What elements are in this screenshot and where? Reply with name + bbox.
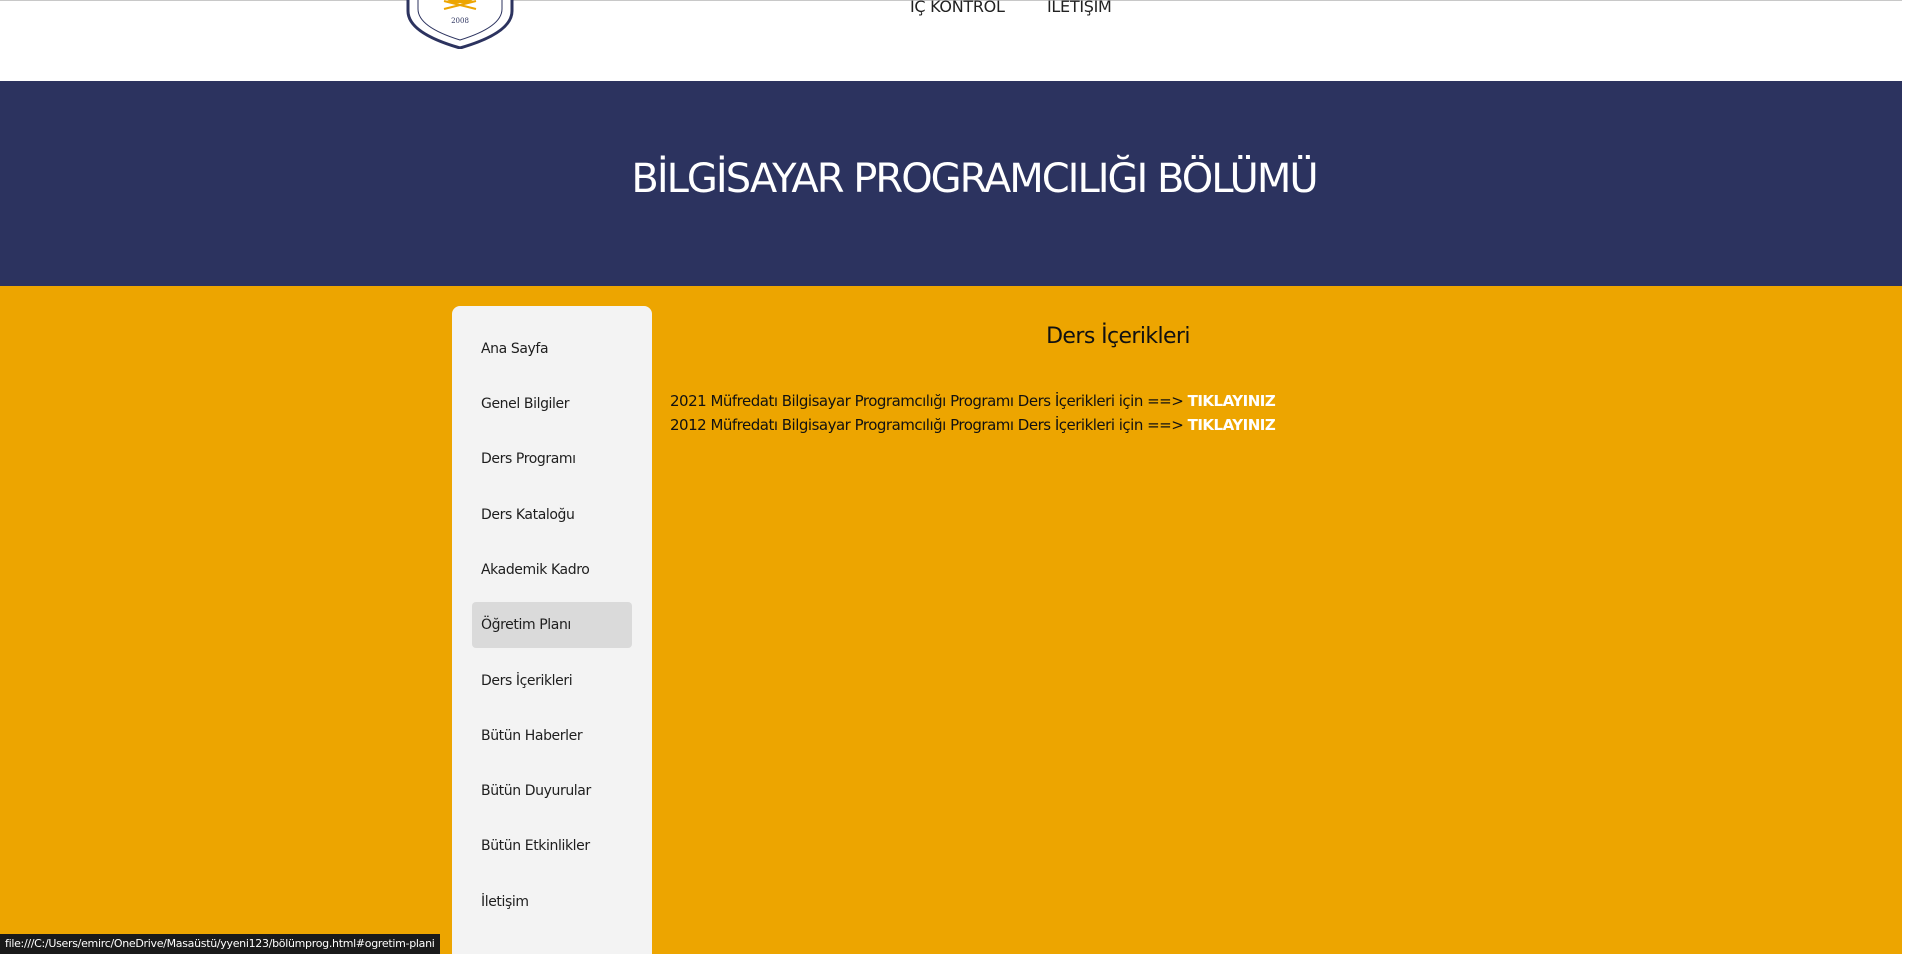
sidebar-menu: Ana Sayfa Genel Bilgiler Ders Programı D… [452, 306, 652, 954]
site-header: 2008 İÇ KONTROL İLETİŞİM [0, 0, 1902, 81]
page-content: 2008 İÇ KONTROL İLETİŞİM BİLGİSAYAR PROG… [0, 0, 1902, 954]
sidebar-item-ders-katalogu[interactable]: Ders Kataloğu [472, 492, 632, 538]
scrollbar[interactable] [1902, 0, 1906, 954]
link-status-bar: file:///C:/Users/emirc/OneDrive/Masaüstü… [0, 934, 440, 954]
sidebar-item-ogretim-plani[interactable]: Öğretim Planı [472, 602, 632, 648]
curriculum-2021-link[interactable]: TIKLAYINIZ [1188, 392, 1276, 410]
sidebar-item-ders-icerikleri[interactable]: Ders İçerikleri [472, 658, 632, 704]
sidebar-item-akademik-kadro[interactable]: Akademik Kadro [472, 547, 632, 593]
nav-iletisim[interactable]: İLETİŞİM [1047, 0, 1112, 16]
content-background [0, 286, 1902, 954]
curriculum-2021-line: 2021 Müfredatı Bilgisayar Programcılığı … [670, 392, 1276, 410]
sidebar-item-butun-haberler[interactable]: Bütün Haberler [472, 713, 632, 759]
nav-ic-kontrol[interactable]: İÇ KONTROL [910, 0, 1005, 16]
page-title: BİLGİSAYAR PROGRAMCILIĞI BÖLÜMÜ [631, 155, 1318, 202]
sidebar-item-butun-duyurular[interactable]: Bütün Duyurular [472, 768, 632, 814]
curriculum-2012-link[interactable]: TIKLAYINIZ [1188, 416, 1276, 434]
sidebar-item-ders-programi[interactable]: Ders Programı [472, 436, 632, 482]
svg-text:2008: 2008 [451, 17, 469, 25]
curriculum-2012-text: 2012 Müfredatı Bilgisayar Programcılığı … [670, 416, 1188, 434]
sidebar-item-ana-sayfa[interactable]: Ana Sayfa [472, 326, 632, 372]
browser-page: 2008 İÇ KONTROL İLETİŞİM BİLGİSAYAR PROG… [0, 0, 1906, 954]
sidebar-item-genel-bilgiler[interactable]: Genel Bilgiler [472, 381, 632, 427]
curriculum-2021-text: 2021 Müfredatı Bilgisayar Programcılığı … [670, 392, 1188, 410]
department-banner: BİLGİSAYAR PROGRAMCILIĞI BÖLÜMÜ [0, 81, 1902, 286]
curriculum-2012-line: 2012 Müfredatı Bilgisayar Programcılığı … [670, 416, 1276, 434]
sidebar-item-iletisim[interactable]: İletişim [472, 879, 632, 925]
section-title: Ders İçerikleri [1046, 324, 1190, 349]
sidebar-item-butun-etkinlikler[interactable]: Bütün Etkinlikler [472, 823, 632, 869]
university-logo[interactable]: 2008 [400, 0, 520, 49]
